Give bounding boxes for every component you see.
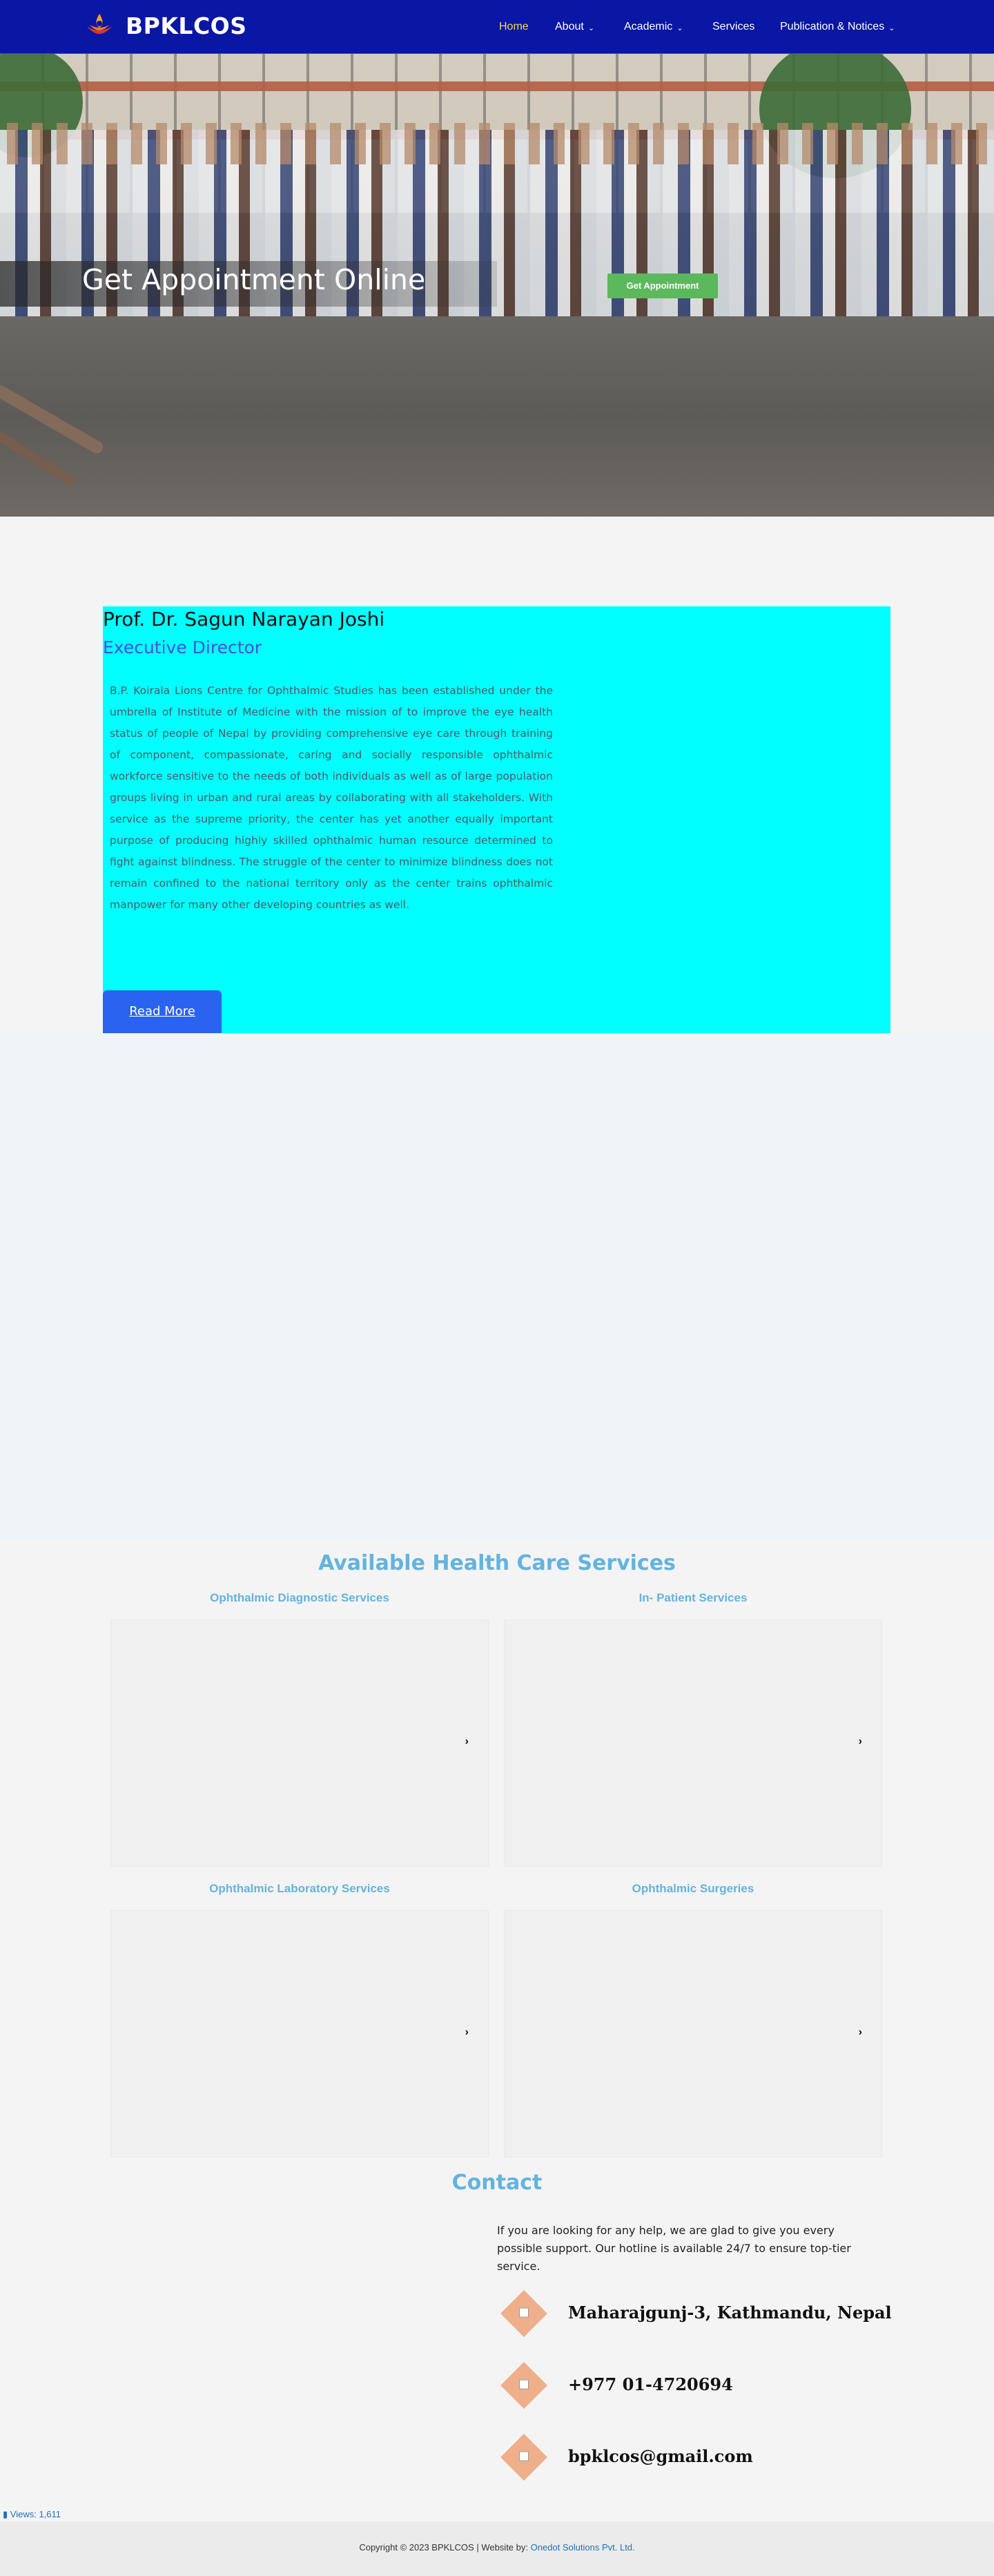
chevron-down-icon: ⌄	[888, 23, 895, 32]
chevron-down-icon: ⌄	[587, 23, 595, 32]
service-label[interactable]: Ophthalmic Laboratory Services	[110, 1882, 489, 1896]
director-section: Prof. Dr. Sagun Narayan Joshi Executive …	[103, 606, 890, 1033]
service-card[interactable]: ›	[504, 1910, 882, 2157]
chevron-right-icon[interactable]: ›	[859, 1736, 862, 1748]
chevron-right-icon[interactable]: ›	[465, 1736, 469, 1748]
contact-description: If you are looking for any help, we are …	[497, 2224, 851, 2273]
director-message: B.P. Koirala Lions Centre for Ophthalmic…	[110, 684, 553, 911]
bar-chart-icon: ▮	[3, 2509, 8, 2519]
read-more-button[interactable]: Read More	[103, 990, 222, 1033]
site-header: BPKLCOS Home About ⌄ Academic ⌄ Services…	[0, 0, 994, 54]
view-counter: ▮ Views: 1,611	[3, 2509, 61, 2519]
eye-logo-icon[interactable]	[83, 10, 116, 43]
email-icon	[500, 2434, 547, 2481]
services-title: Available Health Care Services	[318, 1551, 676, 1575]
nav-about[interactable]: About ⌄	[555, 19, 594, 35]
empty-section	[0, 1033, 994, 1540]
site-brand[interactable]: BPKLCOS	[126, 12, 246, 39]
copyright: Copyright © 2023 BPKLCOS | Website by: O…	[359, 2542, 635, 2553]
nav-services[interactable]: Services	[712, 19, 754, 35]
contact-phone[interactable]: +977 01-4720694	[568, 2374, 733, 2394]
nav-home[interactable]: Home	[499, 19, 529, 35]
developer-link[interactable]: Onedot Solutions Pvt. Ltd.	[531, 2542, 635, 2553]
director-name: Prof. Dr. Sagun Narayan Joshi	[103, 608, 385, 631]
phone-icon	[500, 2362, 547, 2409]
nav-academic[interactable]: Academic ⌄	[624, 19, 683, 35]
get-appointment-button[interactable]: Get Appointment	[607, 273, 718, 298]
contact-email[interactable]: bpklcos@gmail.com	[568, 2446, 753, 2466]
location-icon	[500, 2290, 547, 2337]
chevron-down-icon: ⌄	[676, 23, 683, 32]
director-role: Executive Director	[103, 637, 262, 657]
contact-title: Contact	[451, 2171, 543, 2195]
contact-address: Maharajgunj-3, Kathmandu, Nepal	[568, 2303, 892, 2323]
service-label[interactable]: Ophthalmic Surgeries	[504, 1882, 882, 1896]
service-card[interactable]: ›	[110, 1910, 489, 2157]
nav-publication-notices[interactable]: Publication & Notices ⌄	[780, 19, 895, 35]
service-card[interactable]: ›	[110, 1619, 489, 1867]
hero-title: Get Appointment Online	[82, 263, 426, 296]
service-card[interactable]: ›	[504, 1619, 882, 1867]
service-label[interactable]: In- Patient Services	[504, 1591, 882, 1605]
hero-banner: Get Appointment Online Get Appointment	[0, 54, 994, 517]
service-label[interactable]: Ophthalmic Diagnostic Services	[110, 1591, 489, 1605]
chevron-right-icon[interactable]: ›	[859, 2026, 862, 2039]
chevron-right-icon[interactable]: ›	[465, 2026, 469, 2039]
site-footer: Copyright © 2023 BPKLCOS | Website by: O…	[0, 2521, 994, 2576]
